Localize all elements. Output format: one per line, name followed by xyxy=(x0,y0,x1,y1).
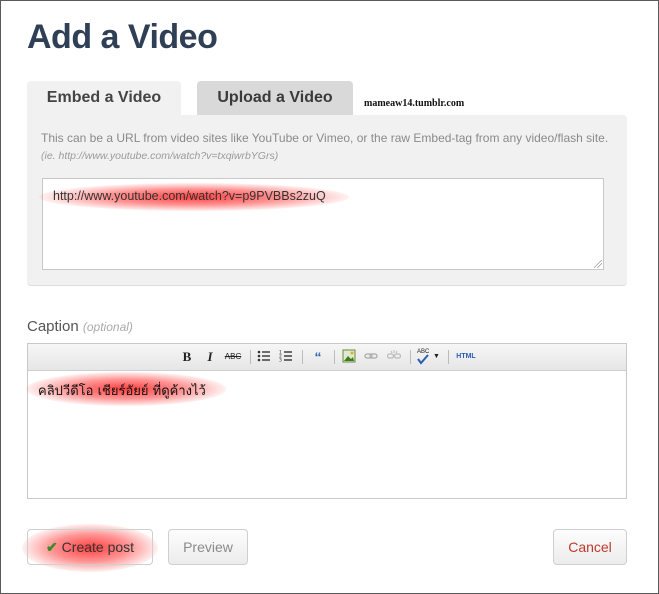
toolbar-separator xyxy=(334,350,335,364)
strikethrough-button[interactable]: ABC xyxy=(223,349,243,365)
chevron-down-icon: ▼ xyxy=(433,353,440,360)
toolbar-separator xyxy=(302,350,303,364)
toolbar-separator xyxy=(448,350,449,364)
video-url-input[interactable]: http://www.youtube.com/watch?v=p9PVBBs2z… xyxy=(39,178,604,270)
preview-button[interactable]: Preview xyxy=(168,529,248,565)
bullet-list-icon[interactable] xyxy=(256,349,272,365)
embed-panel: This can be a URL from video sites like … xyxy=(27,115,627,286)
insert-image-icon[interactable] xyxy=(341,349,357,365)
toolbar-separator xyxy=(250,350,251,364)
italic-button[interactable]: I xyxy=(203,349,217,365)
numbered-list-icon[interactable]: 123 xyxy=(278,349,294,365)
unlink-icon[interactable] xyxy=(386,349,402,365)
embed-help-text: This can be a URL from video sites like … xyxy=(41,130,611,165)
help-example: (ie. http://www.youtube.com/watch?v=txqi… xyxy=(41,150,279,162)
page-title: Add a Video xyxy=(27,18,218,56)
cancel-button[interactable]: Cancel xyxy=(553,529,627,565)
caption-optional-hint: (optional) xyxy=(82,320,133,334)
bold-button[interactable]: B xyxy=(180,349,194,365)
create-post-button[interactable]: ✔ Create post xyxy=(27,529,153,565)
caption-editor[interactable]: B I ABC 123 “ ABC ▼ HTML คลิปวีดีโอ เชีย… xyxy=(26,343,627,499)
blockquote-icon[interactable]: “ xyxy=(310,349,326,365)
spellcheck-icon[interactable]: ABC ▼ xyxy=(416,349,440,365)
caption-text: คลิปวีดีโอ เชียร์อัยย์ ที่ดูค้างไว้ xyxy=(38,384,206,399)
checkmark-icon: ✔ xyxy=(45,539,58,555)
html-source-button[interactable]: HTML xyxy=(454,349,478,365)
create-post-label: Create post xyxy=(61,539,135,555)
editor-toolbar: B I ABC 123 “ ABC ▼ HTML xyxy=(28,344,626,371)
insert-link-icon[interactable] xyxy=(363,349,379,365)
help-description: This can be a URL from video sites like … xyxy=(41,131,609,145)
video-url-value: http://www.youtube.com/watch?v=p9PVBBs2z… xyxy=(53,189,326,203)
resize-handle-icon[interactable] xyxy=(594,260,602,268)
tab-upload-video[interactable]: Upload a Video xyxy=(197,81,353,115)
caption-label: Caption (optional) xyxy=(27,318,133,335)
toolbar-separator xyxy=(410,350,411,364)
caption-label-text: Caption xyxy=(27,318,79,335)
watermark: mameaw14.tumblr.com xyxy=(364,98,465,109)
tab-embed-video[interactable]: Embed a Video xyxy=(27,81,181,115)
svg-text:3: 3 xyxy=(279,358,282,364)
